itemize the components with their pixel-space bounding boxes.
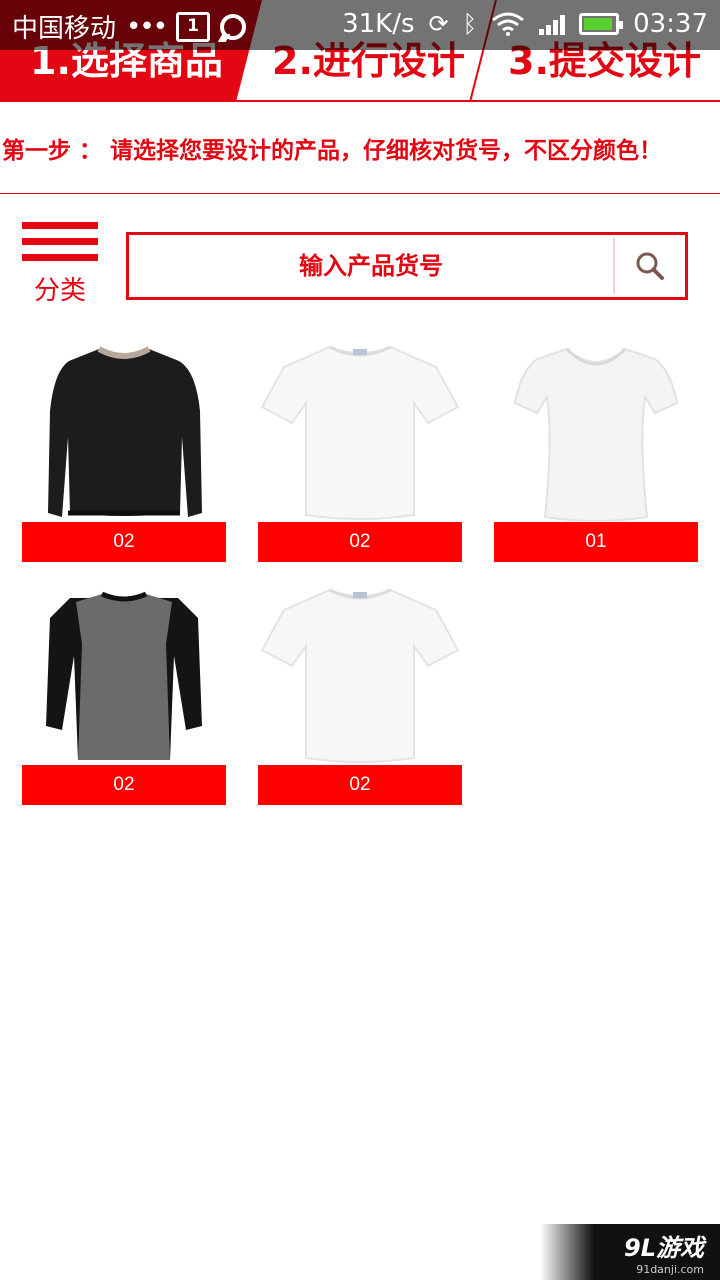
product-item[interactable]: 02	[258, 583, 462, 805]
status-bar: 中国移动 ••• 1 31K/s ⟳ ᛒ 03:37	[0, 0, 720, 50]
gray-raglan-shirt-image	[46, 591, 202, 760]
product-item[interactable]: 01	[494, 340, 698, 562]
category-label: 分类	[33, 276, 86, 306]
product-label[interactable]: 02	[22, 765, 226, 805]
product-item[interactable]: 02	[22, 583, 226, 805]
product-label[interactable]: 01	[494, 522, 698, 562]
white-womens-tshirt-image	[513, 347, 679, 521]
network-speed: 31K/s	[342, 9, 415, 39]
product-image[interactable]	[22, 583, 226, 765]
hamburger-icon-bar	[22, 222, 98, 229]
product-label[interactable]: 02	[258, 522, 462, 562]
product-label[interactable]: 02	[258, 765, 462, 805]
category-menu-button[interactable]: 分类	[22, 222, 98, 307]
search-box	[126, 232, 688, 300]
search-icon	[636, 252, 664, 280]
black-sweater-image	[48, 346, 202, 517]
signal-icon	[539, 13, 566, 35]
clock: 03:37	[633, 9, 708, 39]
product-item[interactable]: 02	[258, 340, 462, 562]
product-image[interactable]	[258, 340, 462, 522]
more-dots-icon: •••	[126, 11, 168, 42]
wifi-icon	[492, 12, 524, 36]
product-image[interactable]	[494, 340, 698, 522]
search-input[interactable]	[129, 235, 613, 297]
bluetooth-icon: ᛒ	[462, 10, 478, 38]
product-image[interactable]	[22, 340, 226, 522]
battery-icon	[579, 13, 624, 35]
watermark-url: 91danji.com	[636, 1263, 704, 1276]
carrier-label: 中国移动	[12, 14, 117, 44]
product-item[interactable]: 02	[22, 340, 226, 562]
hamburger-icon-bar	[22, 254, 98, 261]
sync-icon: ⟳	[428, 10, 449, 38]
instruction-text: 第一步 ： 请选择您要设计的产品，仔细核对货号，不区分颜色！	[0, 102, 720, 194]
calendar-day: 1	[187, 15, 199, 36]
white-tshirt-image	[260, 345, 460, 520]
product-label[interactable]: 02	[22, 522, 226, 562]
message-icon	[220, 13, 247, 40]
calendar-icon: 1	[176, 11, 211, 42]
watermark-logo: 9L游戏	[624, 1234, 704, 1262]
watermark: 9L游戏 91danji.com	[540, 1224, 720, 1280]
hamburger-icon-bar	[22, 238, 98, 245]
search-button[interactable]	[613, 238, 685, 294]
product-image[interactable]	[258, 583, 462, 765]
white-tshirt-image	[260, 588, 460, 763]
